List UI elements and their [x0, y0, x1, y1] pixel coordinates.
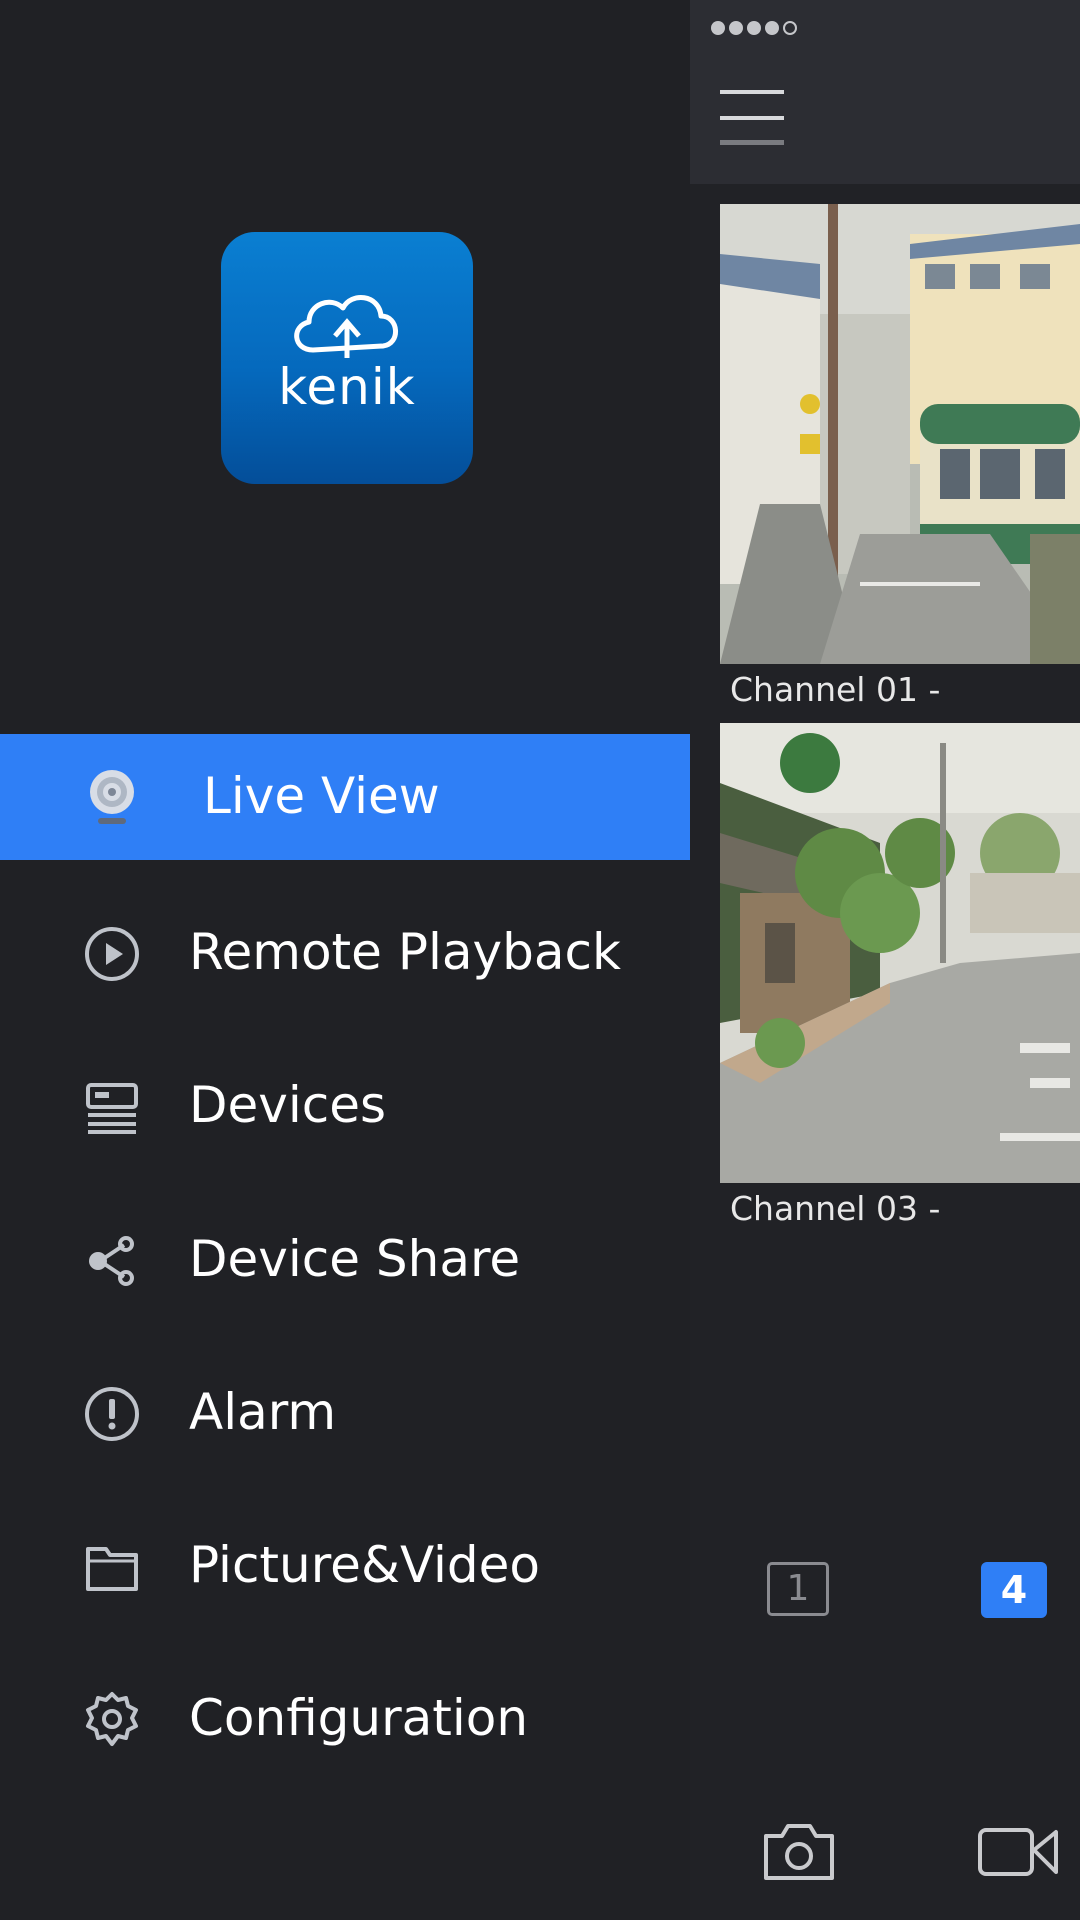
signal-dots-icon	[711, 21, 797, 35]
menu-label: Device Share	[189, 1230, 521, 1288]
menu-item-remote-playback[interactable]: Remote Playback	[0, 890, 690, 1016]
menu-label: Configuration	[189, 1689, 529, 1747]
share-icon	[89, 1236, 134, 1286]
channel-tile[interactable]: Channel 03 -	[720, 723, 1080, 1228]
folder-icon	[86, 1547, 138, 1591]
menu-label: Remote Playback	[189, 923, 621, 981]
layout-single-button[interactable]: 1	[767, 1562, 829, 1616]
logo-text: kenik	[278, 358, 416, 416]
alert-circle-icon	[85, 1387, 139, 1441]
channel-name: Channel 03 -	[730, 1189, 941, 1228]
hamburger-menu-icon[interactable]	[720, 88, 784, 148]
play-circle-icon	[85, 927, 139, 981]
menu-item-configuration[interactable]: Configuration	[0, 1656, 690, 1782]
menu-label: Devices	[189, 1076, 387, 1134]
app-logo: kenik	[221, 232, 473, 484]
channel-name: Channel 01 -	[730, 670, 941, 709]
video-record-icon[interactable]	[978, 1826, 1058, 1878]
navigation-drawer: kenik Live View Remote Playback Devices	[0, 0, 690, 1920]
camera-feed-image	[720, 204, 1080, 664]
camera-feed[interactable]	[720, 723, 1080, 1183]
dvr-device-icon	[86, 1083, 138, 1134]
menu-item-device-share[interactable]: Device Share	[0, 1197, 690, 1323]
menu-item-alarm[interactable]: Alarm	[0, 1350, 690, 1476]
menu-item-picture-video[interactable]: Picture&Video	[0, 1503, 690, 1629]
menu-label: Alarm	[189, 1383, 337, 1441]
live-view-panel: Channel 01 - Channel 03 - 1 4	[690, 0, 1080, 1920]
camera-feed[interactable]	[720, 204, 1080, 664]
camera-icon	[90, 770, 134, 824]
gear-icon	[86, 1692, 138, 1746]
camera-snapshot-icon[interactable]	[762, 1818, 836, 1882]
menu-item-devices[interactable]: Devices	[0, 1043, 690, 1169]
layout-quad-button[interactable]: 4	[981, 1562, 1047, 1618]
camera-feed-image	[720, 723, 1080, 1183]
menu-label: Picture&Video	[189, 1536, 541, 1594]
menu-item-live-view[interactable]: Live View	[0, 734, 690, 860]
panel-header	[690, 0, 1080, 184]
channel-tile[interactable]: Channel 01 -	[720, 204, 1080, 709]
menu-label: Live View	[203, 767, 440, 825]
